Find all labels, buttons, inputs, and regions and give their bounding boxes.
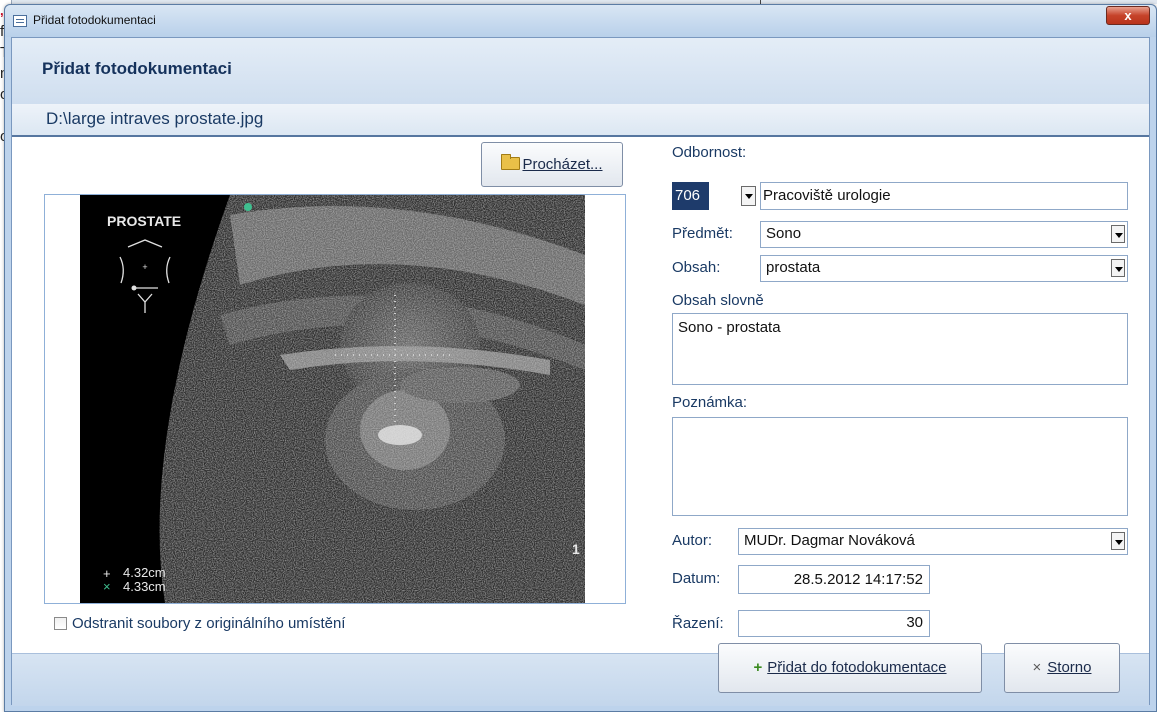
predmet-value: Sono: [766, 225, 802, 242]
autor-value: MUDr. Dagmar Nováková: [744, 532, 915, 549]
dialog-window: Přidat fotodokumentaci x Přidat fotodoku…: [4, 4, 1157, 712]
datum-field[interactable]: 28.5.2012 14:17:52: [738, 565, 930, 594]
title-bar[interactable]: Přidat fotodokumentaci x: [5, 5, 1156, 37]
razeni-field[interactable]: 30: [738, 610, 930, 637]
dialog-client: Přidat fotodokumentaci D:\large intraves…: [11, 37, 1150, 706]
organ-label: PROSTATE: [107, 213, 182, 229]
browse-button-label: Procházet...: [522, 156, 603, 173]
obsah-label: Obsah:: [672, 259, 721, 276]
ultrasound-graphic: +: [119, 195, 585, 603]
folder-open-icon: [501, 154, 521, 170]
measurement-1: 4.32cm: [123, 565, 166, 580]
form-icon: [13, 15, 27, 27]
file-path: D:\large intraves prostate.jpg: [46, 109, 264, 128]
file-path-bar: D:\large intraves prostate.jpg: [12, 104, 1149, 137]
add-to-photodoc-button[interactable]: + Přidat do fotodokumentace: [718, 643, 982, 693]
obsah-slovne-label: Obsah slovně: [672, 292, 764, 309]
ultrasound-image: + PROSTATE + 4.32cm × 4.33cm 1: [80, 195, 585, 603]
window-title: Přidat fotodokumentaci: [33, 13, 156, 27]
autor-select[interactable]: MUDr. Dagmar Nováková: [738, 528, 1128, 555]
obsah-slovne-textarea[interactable]: Sono - prostata: [672, 313, 1128, 385]
datum-label: Datum:: [672, 570, 721, 587]
chevron-down-icon[interactable]: [1111, 259, 1125, 277]
chevron-down-icon[interactable]: [1111, 225, 1125, 243]
remove-originals-checkbox[interactable]: Odstranit soubory z originálního umístěn…: [54, 615, 345, 632]
poznamka-textarea[interactable]: [672, 417, 1128, 516]
dialog-footer: + Přidat do fotodokumentace × Storno: [12, 643, 1149, 706]
cancel-button-label: Storno: [1047, 659, 1092, 676]
add-button-label: Přidat do fotodokumentace: [767, 659, 947, 676]
close-icon: ×: [1032, 659, 1042, 676]
obsah-select[interactable]: prostata: [760, 255, 1128, 282]
autor-label: Autor:: [672, 532, 713, 549]
measurement-2: 4.33cm: [123, 579, 166, 594]
odbornost-code-select[interactable]: 706: [672, 182, 709, 210]
image-preview: + PROSTATE + 4.32cm × 4.33cm 1: [44, 194, 626, 604]
checkbox-box[interactable]: [54, 617, 67, 630]
chevron-down-icon[interactable]: [1111, 532, 1125, 550]
predmet-label: Předmět:: [672, 225, 733, 242]
odbornost-dropdown-button[interactable]: [741, 186, 756, 206]
browse-button[interactable]: Procházet...: [481, 142, 623, 187]
caliper-x-icon: ×: [103, 579, 111, 594]
razeni-label: Řazení:: [672, 615, 724, 632]
form-body: Procházet... + PROSTATE + 4.32cm × 4.33c…: [12, 139, 1149, 653]
cancel-button[interactable]: × Storno: [1004, 643, 1120, 693]
obsah-value: prostata: [766, 259, 821, 276]
odbornost-name-field[interactable]: Pracoviště urologie: [760, 182, 1128, 210]
form-title: Přidat fotodokumentaci: [42, 59, 232, 78]
svg-text:+: +: [142, 262, 147, 272]
add-icon: +: [753, 659, 763, 676]
poznamka-label: Poznámka:: [672, 394, 748, 411]
frame-number: 1: [572, 541, 580, 557]
predmet-select[interactable]: Sono: [760, 221, 1128, 248]
close-button[interactable]: x: [1106, 6, 1150, 25]
odbornost-label: Odbornost:: [672, 144, 747, 161]
remove-originals-label: Odstranit soubory z originálního umístěn…: [72, 615, 346, 632]
form-header: Přidat fotodokumentaci: [12, 38, 1149, 104]
